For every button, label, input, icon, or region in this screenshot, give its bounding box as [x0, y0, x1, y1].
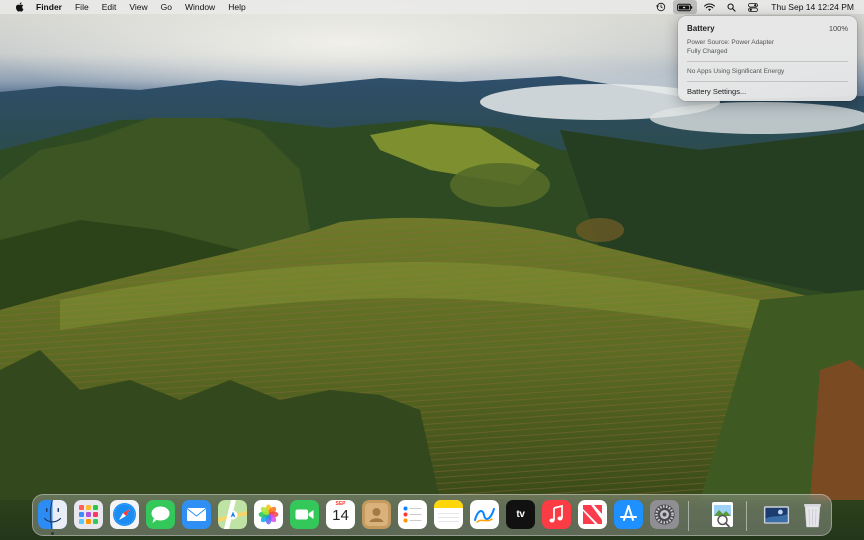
preview-icon[interactable] — [708, 500, 737, 529]
app-store-icon[interactable] — [614, 500, 643, 529]
news-icon[interactable] — [578, 500, 607, 529]
battery-percent: 100% — [828, 24, 848, 33]
music-icon[interactable] — [542, 500, 571, 529]
battery-popover: Battery 100% Power Source: Power Adapter… — [678, 16, 857, 101]
menu-file[interactable]: File — [75, 0, 89, 14]
notes-icon[interactable] — [434, 500, 463, 529]
safari-icon[interactable] — [110, 500, 139, 529]
calendar-day-label: 14 — [332, 507, 349, 524]
finder-icon[interactable] — [38, 500, 67, 529]
menu-window[interactable]: Window — [185, 0, 215, 14]
energy-usage-label: No Apps Using Significant Energy — [687, 68, 785, 75]
popover-divider — [687, 81, 848, 82]
search-icon[interactable] — [721, 0, 741, 14]
time-machine-icon[interactable] — [651, 0, 671, 14]
menu-edit[interactable]: Edit — [102, 0, 117, 14]
downloads-stack-icon[interactable] — [761, 500, 791, 529]
wifi-icon[interactable] — [699, 0, 719, 14]
mail-icon[interactable] — [182, 500, 211, 529]
battery-settings-button[interactable]: Battery Settings... — [687, 87, 746, 96]
battery-title: Battery — [687, 24, 715, 33]
dock: SEP 14 tv — [32, 494, 832, 536]
power-source-label: Power Source: Power Adapter — [687, 39, 775, 46]
launchpad-icon[interactable] — [74, 500, 103, 529]
menu-view[interactable]: View — [129, 0, 147, 14]
maps-icon[interactable] — [218, 500, 247, 529]
menu-bar-clock[interactable]: Thu Sep 14 12:24 PM — [771, 2, 854, 12]
dock-separator — [688, 501, 689, 531]
messages-icon[interactable] — [146, 500, 175, 529]
photos-icon[interactable] — [254, 500, 283, 529]
tv-icon[interactable]: tv — [506, 500, 535, 529]
freeform-icon[interactable] — [470, 500, 499, 529]
facetime-icon[interactable] — [290, 500, 319, 529]
status-menu-area: Thu Sep 14 12:24 PM — [649, 0, 854, 14]
apple-menu-icon[interactable] — [12, 2, 26, 12]
charge-state-label: Fully Charged — [687, 48, 728, 55]
system-settings-icon[interactable] — [650, 500, 679, 529]
trash-icon[interactable] — [798, 500, 827, 529]
reminders-icon[interactable] — [398, 500, 427, 529]
menu-app-name[interactable]: Finder — [36, 0, 62, 14]
finder-running-indicator — [51, 532, 54, 535]
menu-help[interactable]: Help — [228, 0, 245, 14]
menu-bar: Finder File Edit View Go Window Help Thu… — [0, 0, 864, 14]
calendar-icon[interactable]: SEP 14 — [326, 500, 355, 529]
battery-icon[interactable] — [673, 0, 698, 14]
tv-icon-label: tv — [516, 509, 525, 520]
control-center-icon[interactable] — [743, 0, 763, 14]
contacts-icon[interactable] — [362, 500, 391, 529]
popover-divider — [687, 61, 848, 62]
dock-separator — [746, 501, 747, 531]
menu-go[interactable]: Go — [161, 0, 172, 14]
